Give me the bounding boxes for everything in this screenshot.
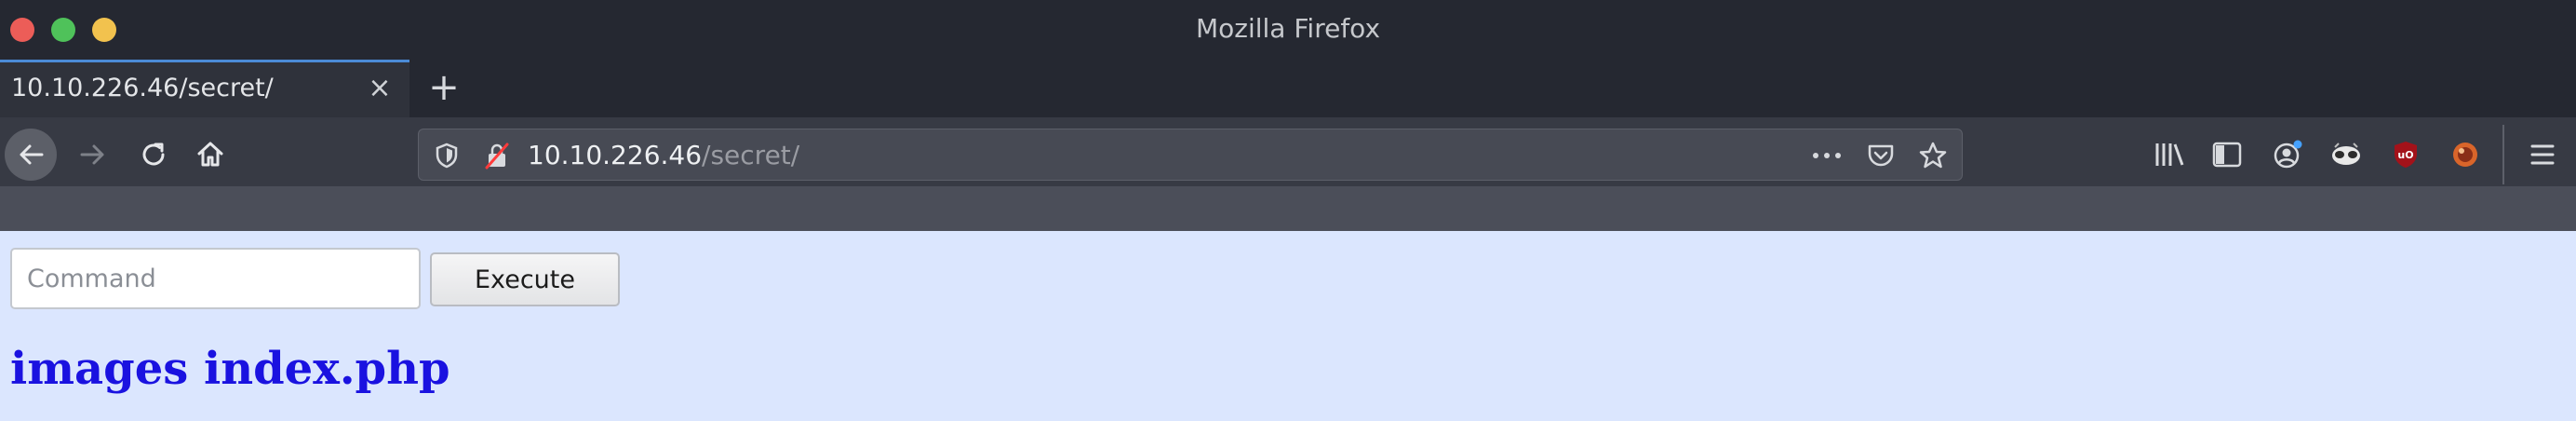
forward-button[interactable]	[67, 129, 119, 181]
shield-icon[interactable]	[432, 141, 462, 170]
tab-active[interactable]: 10.10.226.46/secret/ ×	[0, 60, 409, 117]
forward-icon	[80, 144, 104, 165]
back-button[interactable]	[5, 129, 57, 181]
extension-icon[interactable]	[2447, 136, 2484, 173]
url-host: 10.10.226.46	[528, 140, 703, 170]
reload-button[interactable]	[127, 129, 180, 181]
menu-icon[interactable]	[2524, 136, 2561, 173]
page-content: Execute images index.php	[0, 231, 2576, 421]
window-title: Mozilla Firefox	[1195, 13, 1381, 44]
pocket-icon[interactable]	[1864, 141, 1898, 170]
navigation-toolbar: 10.10.226.46/secret/ uO	[0, 117, 2576, 231]
home-icon	[197, 142, 223, 167]
home-button[interactable]	[184, 129, 236, 181]
toolbar-separator	[2502, 125, 2504, 184]
command-input[interactable]	[10, 248, 421, 309]
extension-icon[interactable]	[2328, 136, 2365, 173]
url-bar[interactable]: 10.10.226.46/secret/	[418, 129, 1963, 181]
url-text[interactable]: 10.10.226.46/secret/	[528, 140, 799, 170]
new-tab-button[interactable]: +	[423, 67, 464, 108]
tab-close-icon[interactable]: ×	[367, 75, 393, 102]
account-icon[interactable]	[2269, 136, 2306, 173]
bookmark-star-icon[interactable]	[1916, 141, 1950, 170]
back-icon	[20, 144, 44, 165]
tab-strip: 10.10.226.46/secret/ × +	[0, 60, 2576, 117]
svg-text:uO: uO	[2397, 149, 2413, 161]
command-output: images index.php	[10, 343, 450, 395]
title-bar: Mozilla Firefox	[0, 0, 2576, 60]
insecure-lock-icon[interactable]	[482, 141, 512, 170]
tab-title: 10.10.226.46/secret/	[11, 74, 274, 102]
library-icon[interactable]	[2151, 136, 2188, 173]
reload-icon	[142, 143, 165, 166]
url-path: /secret/	[702, 140, 800, 170]
execute-button[interactable]: Execute	[430, 252, 620, 306]
ublock-icon[interactable]: uO	[2387, 136, 2424, 173]
sidebar-icon[interactable]	[2208, 136, 2246, 173]
more-icon[interactable]	[1810, 141, 1844, 170]
